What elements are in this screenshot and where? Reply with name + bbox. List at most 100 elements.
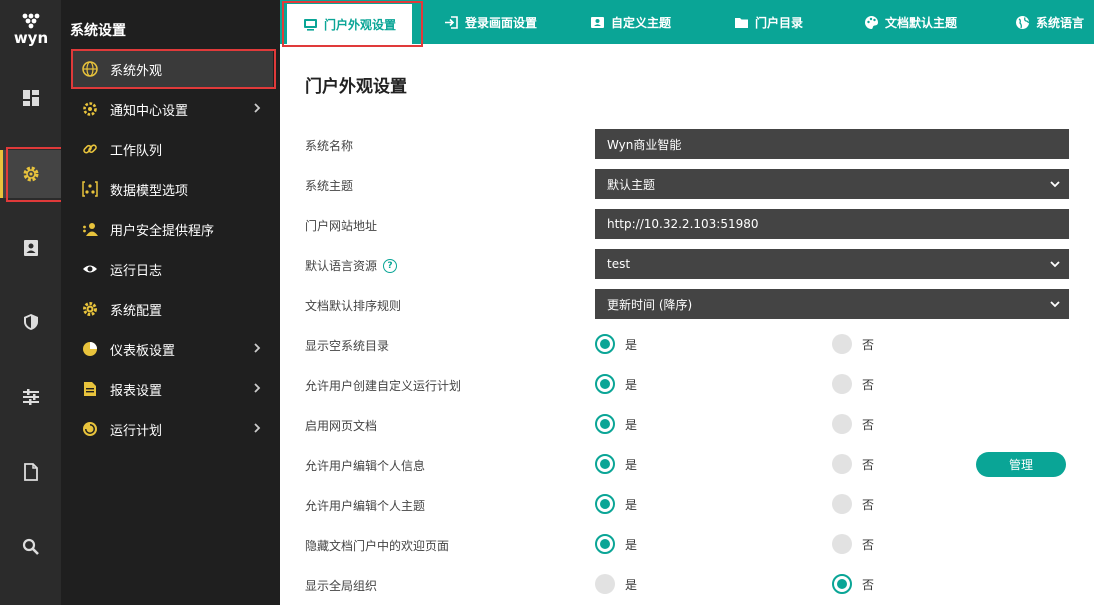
radio-dot[interactable] (595, 414, 615, 434)
radio-dot[interactable] (832, 454, 852, 474)
sidebar-item-run-log[interactable]: 运行日志 (73, 251, 273, 287)
radio-dot[interactable] (595, 454, 615, 474)
sidebar-item-user-security[interactable]: 用户安全提供程序 (73, 211, 273, 247)
radio-no[interactable]: 否 (832, 414, 874, 434)
sidebar-title: 系统设置 (70, 23, 126, 39)
radio-dot[interactable] (595, 574, 615, 594)
tab-label: 登录画面设置 (465, 15, 538, 30)
radio-dot[interactable] (832, 494, 852, 514)
radio-dot[interactable] (832, 374, 852, 394)
radio-label: 是 (625, 497, 638, 512)
sidebar-item-dashboard-settings[interactable]: 仪表板设置 (73, 331, 273, 367)
tab-label: 自定义主题 (611, 15, 672, 30)
sort-rule-select[interactable]: 更新时间 (降序) (595, 289, 1069, 319)
sidebar-item-label: 用户安全提供程序 (110, 223, 215, 239)
rail-security-button[interactable] (0, 298, 61, 346)
radio-dot[interactable] (832, 534, 852, 554)
system-name-input[interactable]: Wyn商业智能 (595, 129, 1069, 159)
tab-label: 系统语言 (1036, 15, 1085, 30)
field-label: 文档默认排序规则 (305, 299, 402, 313)
radio-dot[interactable] (595, 334, 615, 354)
eye-icon (81, 260, 99, 278)
chevron-right-icon (254, 423, 261, 433)
radio-dot[interactable] (832, 414, 852, 434)
theme-icon (591, 16, 604, 28)
field-value: test (607, 257, 631, 271)
radio-no[interactable]: 否 (832, 374, 874, 394)
tab-document-default-theme[interactable]: 文档默认主题 (864, 0, 957, 44)
field-label: 门户网站地址 (305, 219, 378, 233)
dashboard-icon (22, 90, 39, 106)
tab-portal-appearance[interactable]: 门户外观设置 (287, 4, 413, 44)
toggle-label: 显示空系统目录 (305, 339, 390, 353)
rail-contacts-button[interactable] (0, 224, 61, 272)
field-label-default-language: 默认语言资源 ? (305, 257, 398, 274)
user-security-icon (81, 220, 99, 238)
chevron-right-icon (254, 343, 261, 353)
radio-no[interactable]: 否 (832, 574, 874, 594)
tab-custom-theme[interactable]: 自定义主题 (590, 0, 671, 44)
tab-portal-catalog[interactable]: 门户目录 (734, 0, 803, 44)
radio-label: 是 (625, 457, 638, 472)
radio-yes[interactable]: 是 (595, 534, 637, 554)
login-icon (445, 15, 458, 29)
monitor-icon (304, 18, 317, 31)
field-value: 更新时间 (降序) (607, 297, 693, 312)
tab-system-language[interactable]: 系统语言 (1015, 0, 1084, 44)
sidebar-item-work-queue[interactable]: 工作队列 (73, 131, 273, 167)
wyn-logo[interactable]: wyn (8, 10, 54, 50)
radio-yes[interactable]: 是 (595, 374, 637, 394)
tab-login-screen[interactable]: 登录画面设置 (444, 0, 537, 44)
settings-sidebar: 系统设置 系统外观 通知中心设置 工作队列 数据模型选项 用户安全提供程序 运行… (61, 0, 280, 605)
help-icon[interactable]: ? (383, 258, 398, 273)
rail-settings-button[interactable] (0, 150, 61, 198)
toggle-label: 隐藏文档门户中的欢迎页面 (305, 539, 450, 553)
default-language-select[interactable]: test (595, 249, 1069, 279)
rail-search-button[interactable] (0, 523, 61, 571)
radio-dot[interactable] (595, 374, 615, 394)
radio-yes[interactable]: 是 (595, 574, 637, 594)
radio-dot[interactable] (832, 334, 852, 354)
page-title: 门户外观设置 (305, 77, 407, 97)
radio-label: 否 (862, 537, 875, 552)
sidebar-item-notification[interactable]: 通知中心设置 (73, 91, 273, 127)
radio-no[interactable]: 否 (832, 454, 874, 474)
sidebar-item-label: 运行计划 (110, 423, 163, 439)
radio-dot[interactable] (595, 494, 615, 514)
sidebar-item-report-settings[interactable]: 报表设置 (73, 371, 273, 407)
field-value: Wyn商业智能 (607, 137, 682, 152)
radio-no[interactable]: 否 (832, 534, 874, 554)
radio-no[interactable]: 否 (832, 334, 874, 354)
rail-documents-button[interactable] (0, 448, 61, 496)
shield-icon (23, 314, 38, 330)
field-label: 系统名称 (305, 139, 354, 153)
rail-adjust-button[interactable] (0, 373, 61, 421)
manage-button[interactable]: 管理 (976, 452, 1066, 477)
sliders-icon (22, 389, 39, 405)
sidebar-item-appearance[interactable]: 系统外观 (73, 51, 273, 87)
radio-yes[interactable]: 是 (595, 414, 637, 434)
sidebar-item-label: 通知中心设置 (110, 103, 189, 119)
radio-yes[interactable]: 是 (595, 494, 637, 514)
chevron-down-icon (1050, 301, 1060, 308)
radio-dot[interactable] (832, 574, 852, 594)
radio-dot[interactable] (595, 534, 615, 554)
radio-no[interactable]: 否 (832, 494, 874, 514)
sidebar-item-schedule[interactable]: 运行计划 (73, 411, 273, 447)
system-theme-select[interactable]: 默认主题 (595, 169, 1069, 199)
sidebar-item-data-model[interactable]: 数据模型选项 (73, 171, 273, 207)
report-icon (81, 380, 99, 398)
clock-icon (81, 420, 99, 438)
pie-chart-icon (81, 340, 99, 358)
globe-icon (1016, 15, 1030, 29)
toggle-label: 允许用户创建自定义运行计划 (305, 379, 462, 393)
sidebar-item-system-config[interactable]: 系统配置 (73, 291, 273, 327)
portal-url-input[interactable]: http://10.32.2.103:51980 (595, 209, 1069, 239)
chevron-right-icon (254, 103, 261, 113)
radio-yes[interactable]: 是 (595, 454, 637, 474)
field-label-text: 默认语言资源 (305, 259, 378, 273)
radio-yes[interactable]: 是 (595, 334, 637, 354)
data-model-icon (81, 180, 99, 198)
rail-dashboard-button[interactable] (0, 74, 61, 122)
radio-label: 否 (862, 417, 875, 432)
